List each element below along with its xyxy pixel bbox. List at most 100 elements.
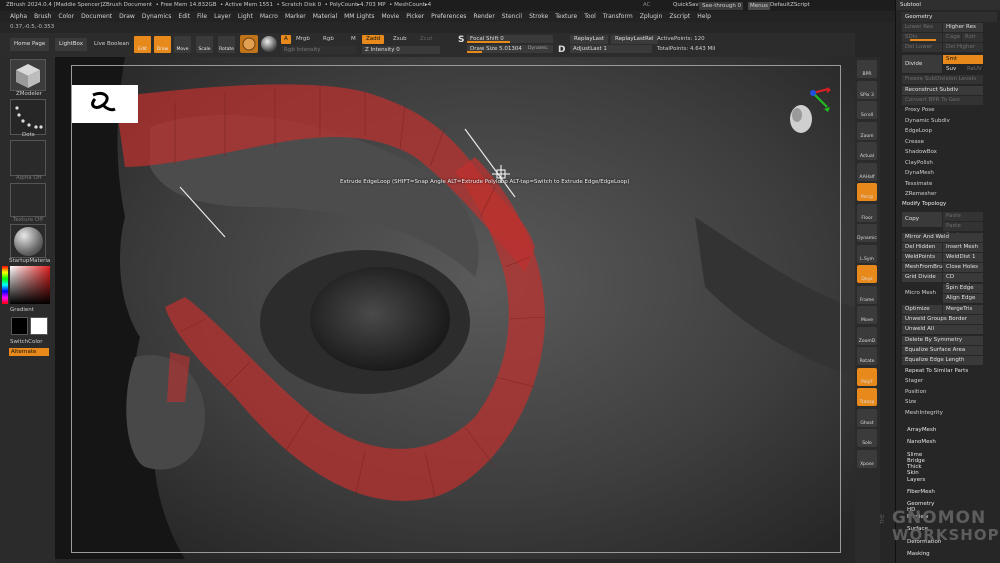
shelf-move-button[interactable]: Move bbox=[857, 306, 877, 324]
zcut-button[interactable]: Zcut bbox=[420, 36, 432, 42]
shelf-bpr-button[interactable]: BPR bbox=[857, 60, 877, 78]
copy-button[interactable]: Copy bbox=[902, 212, 942, 227]
equalize-edge-length-button[interactable]: Equalize Edge Length bbox=[902, 356, 983, 365]
weld-points-button[interactable]: WeldPoints bbox=[902, 253, 942, 262]
delete-by-symmetry-button[interactable]: Delete By Symmetry bbox=[902, 336, 983, 345]
material-swatch-button[interactable] bbox=[240, 35, 258, 53]
convert-bpr-button[interactable]: Convert BPR To Geo bbox=[902, 96, 983, 105]
rotate-mode-button[interactable]: Rotate bbox=[218, 36, 235, 53]
main-color-swatch[interactable] bbox=[30, 317, 48, 335]
shelf-aahalf-button[interactable]: AAHalf bbox=[857, 162, 877, 181]
move-mode-button[interactable]: Move bbox=[174, 36, 191, 53]
menu-preferences[interactable]: Preferences bbox=[431, 11, 466, 22]
shelf-polyf-button[interactable]: PolyF bbox=[857, 367, 877, 386]
subtool-header[interactable]: Subtool bbox=[896, 0, 1000, 10]
replay-last-button[interactable]: ReplayLast bbox=[570, 35, 609, 44]
menu-picker[interactable]: Picker bbox=[406, 11, 424, 22]
brush-thumbnail[interactable] bbox=[10, 59, 46, 91]
canvas-viewport[interactable]: Extrude EdgeLoop (SHIFT=Snap Angle ALT=E… bbox=[55, 57, 855, 559]
home-page-button[interactable]: Home Page bbox=[10, 38, 50, 51]
lightbox-button[interactable]: LightBox bbox=[55, 38, 87, 51]
m-button[interactable]: M bbox=[351, 36, 356, 42]
alpha-thumbnail[interactable] bbox=[10, 140, 46, 176]
menu-edit[interactable]: Edit bbox=[178, 11, 190, 22]
subpalette-shadowbox[interactable]: ShadowBox bbox=[905, 149, 937, 155]
menu-macro[interactable]: Macro bbox=[260, 11, 278, 22]
hue-slider[interactable] bbox=[2, 266, 8, 304]
menu-render[interactable]: Render bbox=[473, 11, 494, 22]
subpalette-meshintegrity[interactable]: MeshIntegrity bbox=[905, 410, 943, 416]
menu-stroke[interactable]: Stroke bbox=[529, 11, 548, 22]
weld-dist-slider[interactable]: WeldDist 1 bbox=[943, 253, 983, 262]
menu-light[interactable]: Light bbox=[238, 11, 253, 22]
menu-zscript[interactable]: Zscript bbox=[669, 11, 690, 22]
menu-zplugin[interactable]: Zplugin bbox=[640, 11, 663, 22]
paste-append-button[interactable]: Paste Append bbox=[943, 212, 983, 228]
shelf-xpose-button[interactable]: Xpose bbox=[857, 449, 877, 468]
spin-edge-button[interactable]: Spin Edge bbox=[943, 284, 983, 293]
reuv-button[interactable]: ReUV bbox=[964, 65, 983, 74]
texture-thumbnail[interactable] bbox=[10, 183, 46, 217]
menu-alpha[interactable]: Alpha bbox=[10, 11, 27, 22]
del-higher-button[interactable]: Del Higher bbox=[943, 43, 983, 52]
lower-res-button[interactable]: Lower Res bbox=[902, 23, 942, 32]
draw-mode-button[interactable]: Draw bbox=[154, 36, 171, 53]
subpalette-stager[interactable]: Stager bbox=[905, 378, 923, 384]
menu-brush[interactable]: Brush bbox=[34, 11, 51, 22]
subpalette-crease[interactable]: Crease bbox=[905, 139, 924, 145]
subpalette-masking[interactable]: Masking bbox=[907, 551, 930, 557]
quicksave-button[interactable]: QuickSave bbox=[673, 0, 702, 11]
shelf-l-sym-button[interactable]: L.Sym bbox=[857, 244, 877, 263]
menu-material[interactable]: Material bbox=[313, 11, 337, 22]
zadd-button[interactable]: Zadd bbox=[362, 35, 385, 44]
rgb-intensity-slider[interactable]: Rgb Intensity bbox=[281, 46, 356, 54]
divide-button[interactable]: Divide bbox=[902, 55, 942, 73]
shelf-spix-3-button[interactable]: SPix 3 bbox=[857, 80, 877, 99]
shelf-actual-button[interactable]: Actual bbox=[857, 142, 877, 160]
subpalette-layers[interactable]: Layers bbox=[907, 477, 925, 483]
rgb-button[interactable]: Rgb bbox=[323, 36, 334, 42]
shelf-scroll-button[interactable]: Scroll bbox=[857, 101, 877, 119]
shelf-qxyz-button[interactable]: Qxyz bbox=[857, 265, 877, 283]
menu-document[interactable]: Document bbox=[81, 11, 112, 22]
subpalette-thick-skin[interactable]: Thick Skin bbox=[907, 464, 922, 476]
mirror-and-weld-button[interactable]: Mirror And Weld bbox=[902, 233, 983, 242]
subpalette-zremesher[interactable]: ZRemesher bbox=[905, 191, 936, 197]
shelf-dynamic-button[interactable]: Dynamic bbox=[857, 224, 877, 242]
menu-file[interactable]: File bbox=[197, 11, 207, 22]
subpalette-position[interactable]: Position bbox=[905, 389, 926, 395]
mrgb-button[interactable]: Mrgb bbox=[296, 36, 310, 42]
stroke-thumbnail[interactable] bbox=[10, 99, 46, 135]
subpalette-nanomesh[interactable]: NanoMesh bbox=[907, 439, 936, 445]
menus-button[interactable]: Menus bbox=[748, 2, 770, 10]
menu-layer[interactable]: Layer bbox=[214, 11, 231, 22]
shelf-zoomd-button[interactable]: ZoomD bbox=[857, 326, 877, 345]
proxy-pose-subpalette[interactable]: Proxy Pose bbox=[905, 107, 935, 113]
adjust-last-slider[interactable]: AdjustLast 1 bbox=[570, 45, 652, 53]
live-boolean-button[interactable]: Live Boolean bbox=[94, 41, 129, 47]
shelf-rotate-button[interactable]: Rotate bbox=[857, 347, 877, 365]
shelf-solo-button[interactable]: Solo bbox=[857, 429, 877, 447]
menu-color[interactable]: Color bbox=[58, 11, 74, 22]
smt-toggle[interactable]: Smt bbox=[943, 55, 983, 64]
ac-label[interactable]: AC bbox=[643, 0, 651, 11]
geometry-header[interactable]: Geometry bbox=[901, 12, 997, 22]
higher-res-button[interactable]: Higher Res bbox=[943, 23, 983, 32]
freeze-subdiv-button[interactable]: Freeze SubDivision Levels bbox=[902, 75, 983, 84]
subpalette-arraymesh[interactable]: ArrayMesh bbox=[907, 427, 936, 433]
z-intensity-slider[interactable]: Z Intensity 0 bbox=[362, 46, 440, 54]
repeat-to-similar-button[interactable]: Repeat To Similar Parts bbox=[902, 367, 983, 376]
close-holes-button[interactable]: Close Holes bbox=[943, 263, 983, 272]
reconstruct-subdiv-button[interactable]: Reconstruct Subdiv bbox=[902, 86, 983, 95]
subpalette-slime-bridge[interactable]: Slime Bridge bbox=[907, 452, 925, 464]
insert-mesh-button[interactable]: Insert Mesh bbox=[943, 243, 983, 252]
subpalette-claypolish[interactable]: ClayPolish bbox=[905, 160, 933, 166]
menu-draw[interactable]: Draw bbox=[119, 11, 135, 22]
switch-color-button[interactable]: SwitchColor bbox=[10, 339, 43, 345]
sdiv-slider[interactable]: SDiv bbox=[902, 33, 942, 42]
a-button[interactable]: A bbox=[281, 35, 291, 44]
menu-movie[interactable]: Movie bbox=[381, 11, 399, 22]
menu-tool[interactable]: Tool bbox=[584, 11, 596, 22]
subpalette-size[interactable]: Size bbox=[905, 399, 916, 405]
shelf-persp-button[interactable]: Persp bbox=[857, 183, 877, 201]
